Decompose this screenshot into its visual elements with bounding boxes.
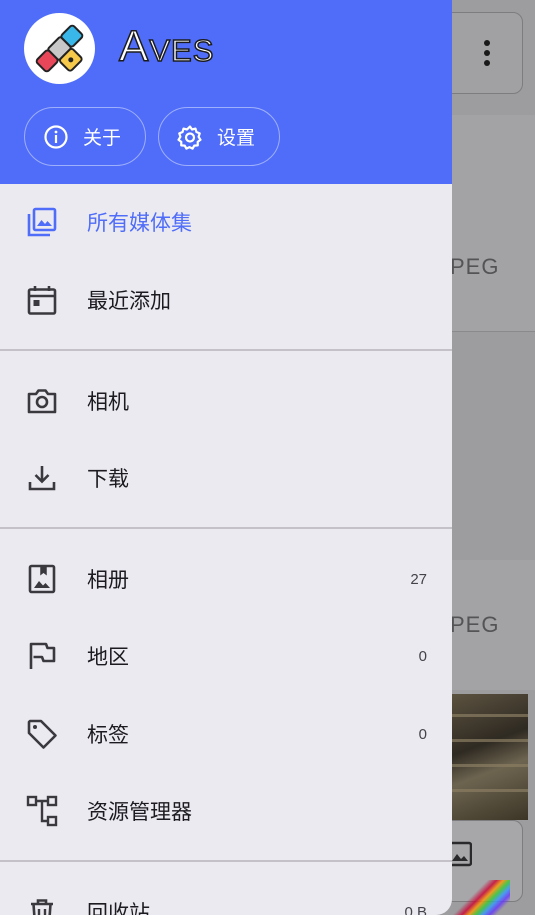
menu-item-count: 27 [410,570,427,588]
menu-item-label: 相册 [87,568,129,592]
menu-item-tags[interactable]: 标签 0 [0,696,452,772]
about-button[interactable]: 关于 [24,107,146,166]
trash-icon [31,899,53,915]
calendar-icon [27,286,57,315]
menu-item-camera[interactable]: 相机 [0,363,452,439]
background-card [452,115,535,331]
menu-item-all-media[interactable]: 所有媒体集 [0,184,452,260]
drawer-header: Aves 关于 设置 [0,0,452,184]
explorer-icon [26,795,58,827]
menu-item-albums[interactable]: 相册 27 [0,541,452,617]
menu-item-downloads[interactable]: 下载 [0,440,452,516]
settings-label: 设置 [217,127,256,149]
menu-item-label: 下载 [87,467,129,491]
tag-icon [27,719,57,749]
menu-item-countries[interactable]: 地区 0 [0,618,452,694]
menu-item-label: 资源管理器 [87,800,192,824]
menu-item-label: 地区 [87,645,129,669]
more-vert-icon [484,40,490,66]
menu-divider [0,860,452,862]
album-icon [28,564,56,594]
navigation-drawer: Aves 关于 设置 所有媒体集 最近添加 相机 下载 相册 27 地区 0 标… [0,0,452,915]
menu-divider [0,527,452,529]
menu-item-count: 0 [418,725,427,743]
menu-item-count: 0 B [404,903,427,915]
menu-item-label: 回收站 [87,901,150,915]
menu-item-label: 所有媒体集 [87,211,192,235]
flag-icon [29,642,56,669]
background-format-label: PEG [450,254,500,279]
background-format-label: PEG [450,612,500,637]
menu-item-label: 最近添加 [87,289,171,313]
download-icon [28,466,56,491]
settings-button[interactable]: 设置 [158,107,280,166]
menu-item-label: 标签 [87,723,129,747]
info-icon [44,124,68,149]
background-thumbnail [452,694,528,820]
camera-icon [27,389,57,414]
menu-item-explorer[interactable]: 资源管理器 [0,773,452,849]
about-label: 关于 [83,127,122,149]
menu-item-label: 相机 [87,390,129,414]
menu-divider [0,349,452,351]
app-title: Aves [118,21,215,72]
app-logo [24,13,95,84]
photo-library-icon [27,207,57,237]
menu-item-recycle-bin[interactable]: 回收站 0 B [0,874,452,915]
gear-icon [177,124,202,150]
menu-item-count: 0 [418,647,427,665]
background-divider [452,331,535,332]
menu-item-recently-added[interactable]: 最近添加 [0,262,452,338]
